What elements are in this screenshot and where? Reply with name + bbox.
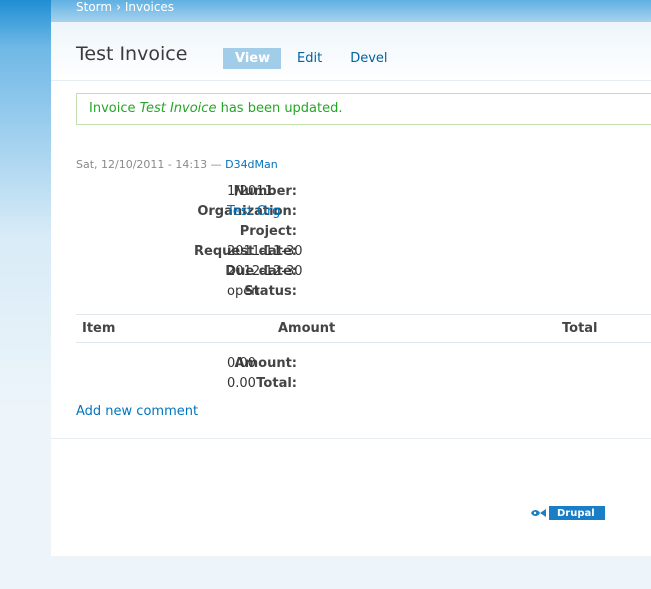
node-tabs: View Edit Devel <box>223 48 404 69</box>
field-label: Total: <box>256 376 297 391</box>
organization-link[interactable]: Test Org <box>227 204 280 219</box>
message-prefix: Invoice <box>89 101 140 116</box>
breadcrumb: Storm › Invoices <box>76 0 174 14</box>
left-sidebar-gradient <box>0 0 51 589</box>
field-label: Status: <box>244 284 297 299</box>
items-table-header: Item Amount Total <box>76 314 651 343</box>
field-label: Project: <box>239 224 297 239</box>
message-invoice-name: Test Invoice <box>139 101 217 116</box>
field-organization: Organization: Test Org <box>76 202 376 222</box>
status-message: Invoice Test Invoice has been updated. <box>76 93 651 125</box>
field-value: 2011-11-30 <box>227 244 303 259</box>
column-header-amount: Amount <box>278 321 336 336</box>
field-request-date: Request date: 2011-11-30 <box>76 242 376 262</box>
breadcrumb-separator: › <box>116 0 121 14</box>
submitted-info: Sat, 12/10/2011 - 14:13 — D34dMan <box>76 158 278 171</box>
drupal-powered-badge[interactable]: Drupal <box>527 506 605 520</box>
submitted-dash: — <box>207 158 226 171</box>
drupal-drop-icon <box>527 506 549 520</box>
column-header-total: Total <box>562 321 598 336</box>
add-comment-link[interactable]: Add new comment <box>76 404 198 419</box>
field-status: Status: open <box>76 282 376 302</box>
field-value: 0.00 <box>227 376 256 391</box>
breadcrumb-storm[interactable]: Storm <box>76 0 112 14</box>
tab-edit[interactable]: Edit <box>285 48 334 69</box>
field-value: 0.00 <box>227 356 256 371</box>
field-project: Project: <box>76 222 376 242</box>
drupal-badge-text: Drupal <box>557 507 595 519</box>
tab-view[interactable]: View <box>223 48 281 69</box>
field-due-date: Due date: 2012-12-30 <box>76 262 376 282</box>
column-header-item: Item <box>82 321 116 336</box>
message-suffix: has been updated. <box>216 101 343 116</box>
field-label: Amount: <box>234 356 297 371</box>
breadcrumb-invoices[interactable]: Invoices <box>125 0 174 14</box>
field-value: 1/2011 <box>227 184 273 199</box>
total-amount: Amount: 0.00 <box>76 354 376 374</box>
total-total: Total: 0.00 <box>76 374 376 394</box>
content-divider <box>51 438 651 439</box>
page-title: Test Invoice <box>76 43 188 65</box>
author-link[interactable]: D34dMan <box>225 158 278 171</box>
tab-devel[interactable]: Devel <box>338 48 399 69</box>
field-value: 2012-12-30 <box>227 264 303 279</box>
field-number: Number: 1/2011 <box>76 182 376 202</box>
submitted-date: Sat, 12/10/2011 - 14:13 <box>76 158 208 171</box>
field-value: open <box>227 284 260 299</box>
